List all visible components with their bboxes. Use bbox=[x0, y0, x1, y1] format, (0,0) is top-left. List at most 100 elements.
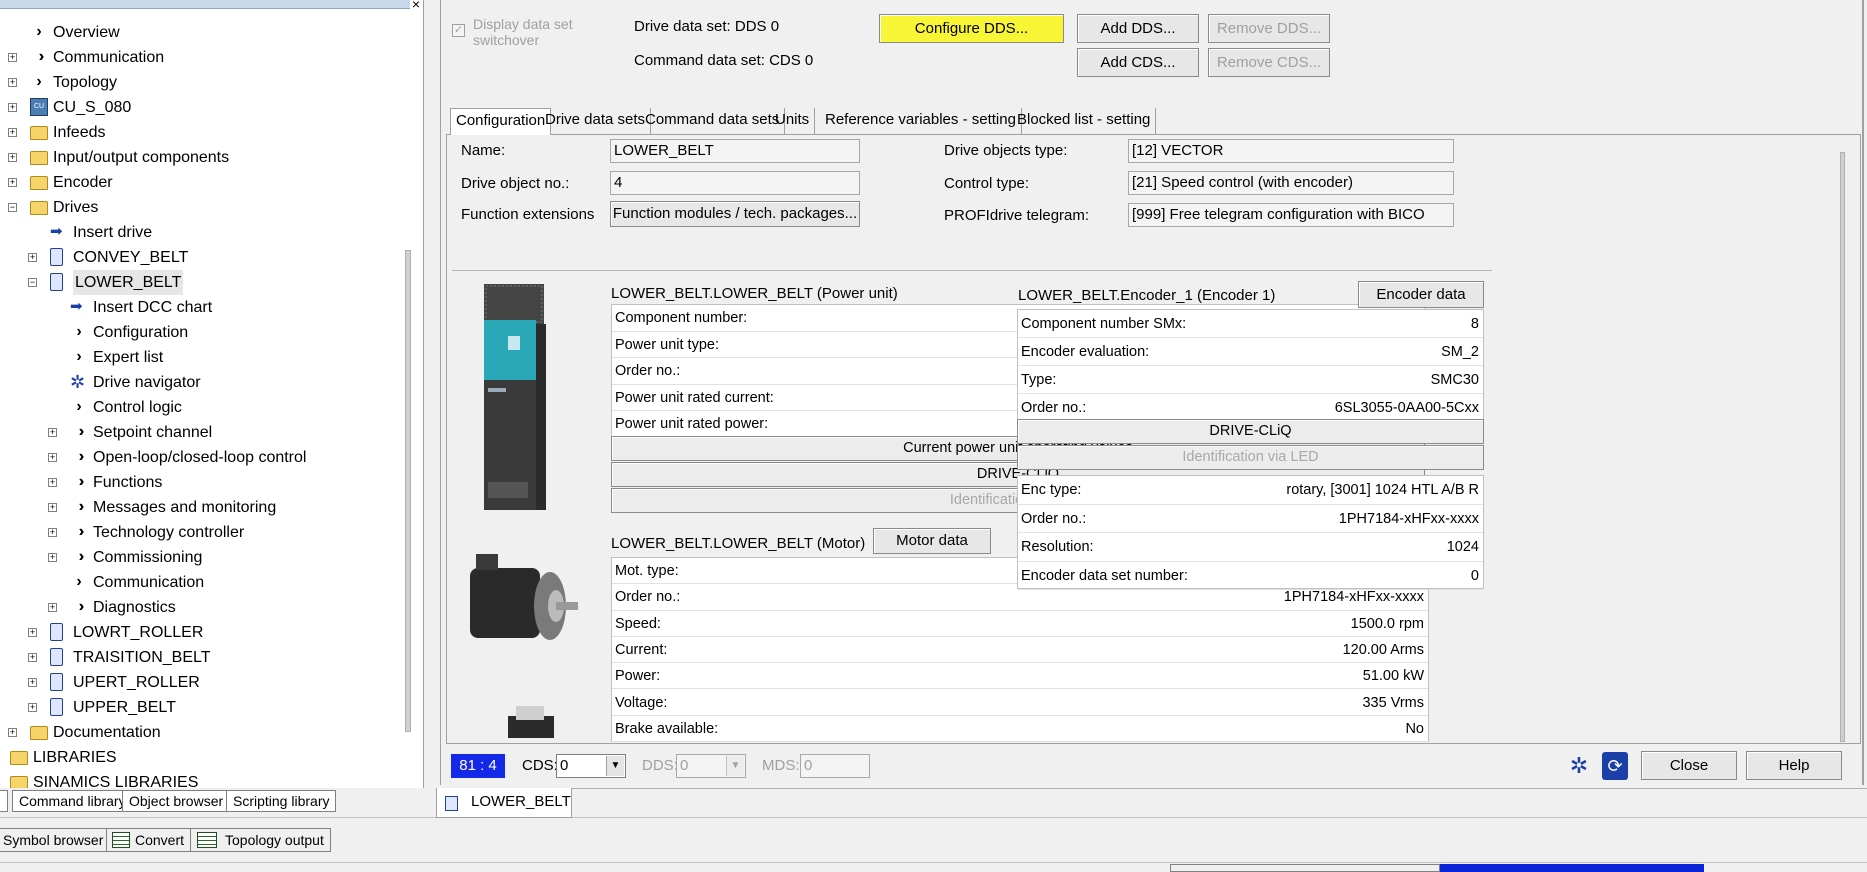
name-field[interactable]: LOWER_BELT bbox=[610, 139, 860, 163]
tree-item[interactable]: + ›› Functions bbox=[0, 470, 405, 495]
tree-item[interactable]: + TRAISITION_BELT bbox=[0, 645, 405, 670]
expand-icon[interactable]: + bbox=[48, 528, 57, 537]
expand-icon[interactable]: + bbox=[28, 678, 37, 687]
tab-scripting-library[interactable]: Scripting library bbox=[226, 790, 337, 812]
add-dds-button[interactable]: Add DDS... bbox=[1077, 14, 1199, 43]
tree-item[interactable]: ➡ Insert drive bbox=[0, 220, 405, 245]
refresh-icon[interactable]: ⟳ bbox=[1602, 752, 1628, 780]
tab-blocked-list[interactable]: Blocked list - setting bbox=[1012, 108, 1157, 134]
tree-item[interactable]: › Control logic bbox=[0, 395, 405, 420]
tab-drive-data-sets[interactable]: Drive data sets bbox=[540, 108, 652, 134]
tab-convert[interactable]: Convert bbox=[106, 828, 192, 852]
expand-icon[interactable]: + bbox=[8, 53, 17, 62]
mds-label: MDS: bbox=[762, 757, 800, 774]
tree-item[interactable]: + LOWRT_ROLLER bbox=[0, 620, 405, 645]
tab-topology-output[interactable]: Topology output bbox=[190, 828, 331, 852]
expand-icon[interactable]: + bbox=[48, 503, 57, 512]
tab-units[interactable]: Units bbox=[770, 108, 816, 134]
enc-drive-cliq-button[interactable]: DRIVE-CLiQ bbox=[1017, 419, 1484, 444]
switchover-checkbox[interactable]: ✓ bbox=[452, 24, 465, 37]
expand-icon[interactable]: + bbox=[8, 103, 17, 112]
expand-icon[interactable]: + bbox=[28, 653, 37, 662]
tree-item[interactable]: + Infeeds bbox=[0, 120, 405, 145]
tree-item[interactable]: − LOWER_BELT bbox=[0, 270, 405, 295]
tree-item[interactable]: + Input/output components bbox=[0, 145, 405, 170]
drive-object-no-field[interactable]: 4 bbox=[610, 171, 860, 195]
close-icon[interactable]: × bbox=[408, 0, 423, 12]
tree-item[interactable]: + CONVEY_BELT bbox=[0, 245, 405, 270]
motor-data-button[interactable]: Motor data bbox=[873, 528, 991, 554]
content-scrollbar[interactable] bbox=[1840, 152, 1845, 742]
tree-item[interactable]: › Configuration bbox=[0, 320, 405, 345]
drive-icon bbox=[50, 248, 63, 266]
chevron-down-icon[interactable]: ▼ bbox=[606, 756, 624, 776]
expand-icon[interactable]: + bbox=[48, 428, 57, 437]
encoder-data-button[interactable]: Encoder data bbox=[1358, 281, 1484, 308]
tree-item[interactable]: + Encoder bbox=[0, 170, 405, 195]
tree-item[interactable]: + ›› Messages and monitoring bbox=[0, 495, 405, 520]
expand-icon[interactable]: + bbox=[28, 628, 37, 637]
tab-object-browser[interactable]: Object browser bbox=[122, 790, 231, 812]
expand-icon[interactable]: + bbox=[48, 478, 57, 487]
tree-item[interactable]: ✲ Drive navigator bbox=[0, 370, 405, 395]
double-chevron-icon: ›› bbox=[78, 548, 85, 565]
add-cds-button[interactable]: Add CDS... bbox=[1077, 48, 1199, 77]
expand-icon[interactable]: + bbox=[48, 553, 57, 562]
expand-icon[interactable]: + bbox=[8, 128, 17, 137]
folder-icon bbox=[30, 176, 48, 190]
tree-item[interactable]: › Expert list bbox=[0, 345, 405, 370]
expand-icon[interactable]: + bbox=[8, 178, 17, 187]
expand-icon[interactable]: + bbox=[28, 703, 37, 712]
expand-icon[interactable]: + bbox=[8, 153, 17, 162]
tree-item[interactable]: + ›› Diagnostics bbox=[0, 595, 405, 620]
collapse-icon[interactable]: − bbox=[8, 203, 17, 212]
collapse-icon[interactable]: − bbox=[28, 278, 37, 287]
profidrive-telegram-field[interactable]: [999] Free telegram configuration with B… bbox=[1128, 203, 1454, 227]
tree-item[interactable]: + ›› Commissioning bbox=[0, 545, 405, 570]
tree-item[interactable]: + CU CU_S_080 bbox=[0, 95, 405, 120]
tree-item[interactable]: + ›› Setpoint channel bbox=[0, 420, 405, 445]
chevron-right-icon: › bbox=[36, 23, 42, 40]
control-type-field[interactable]: [21] Speed control (with encoder) bbox=[1128, 171, 1454, 195]
mds-field[interactable]: 0 bbox=[800, 754, 870, 778]
tab-symbol-browser[interactable]: Symbol browser bbox=[0, 828, 111, 852]
document-tab[interactable]: LOWER_BELT bbox=[436, 788, 572, 818]
remove-dds-button[interactable]: Remove DDS... bbox=[1208, 14, 1330, 43]
chevron-down-icon[interactable]: ▼ bbox=[726, 756, 744, 776]
tab-reference-variables[interactable]: Reference variables - setting bbox=[820, 108, 1022, 134]
tab-configuration[interactable]: Configuration bbox=[450, 108, 552, 135]
close-button[interactable]: Close bbox=[1641, 751, 1737, 780]
remove-cds-button[interactable]: Remove CDS... bbox=[1208, 48, 1330, 77]
enc-identify-led-button[interactable]: Identification via LED bbox=[1017, 445, 1484, 470]
expand-icon[interactable]: + bbox=[28, 253, 37, 262]
configure-dds-button[interactable]: Configure DDS... bbox=[879, 14, 1064, 43]
tab-command-data-sets[interactable]: Command data sets bbox=[640, 108, 786, 134]
tree-item[interactable]: › Overview bbox=[0, 20, 405, 45]
tree-item[interactable]: + UPERT_ROLLER bbox=[0, 670, 405, 695]
expand-icon[interactable]: + bbox=[48, 453, 57, 462]
tree-item[interactable]: + Documentation bbox=[0, 720, 405, 745]
tree-item[interactable]: LIBRARIES bbox=[0, 745, 405, 770]
tree-item[interactable]: + ›› Technology controller bbox=[0, 520, 405, 545]
drive-objects-type-field[interactable]: [12] VECTOR bbox=[1128, 139, 1454, 163]
tree-item[interactable]: + ›› Communication bbox=[0, 45, 405, 70]
tree-item[interactable]: + ›› Open-loop/closed-loop control bbox=[0, 445, 405, 470]
tree-item[interactable]: + › Topology bbox=[0, 70, 405, 95]
tree-item[interactable]: › Communication bbox=[0, 570, 405, 595]
expand-icon[interactable]: + bbox=[8, 78, 17, 87]
help-button[interactable]: Help bbox=[1746, 751, 1842, 780]
tree-item-label: Encoder bbox=[53, 174, 113, 191]
function-modules-button[interactable]: Function modules / tech. packages... bbox=[610, 201, 860, 227]
tree-scrollbar[interactable] bbox=[405, 250, 411, 732]
tree-item[interactable]: − Drives bbox=[0, 195, 405, 220]
tree-item[interactable]: ➡ Insert DCC chart bbox=[0, 295, 405, 320]
drive-icon bbox=[50, 698, 63, 716]
tree-item[interactable]: SINAMICS LIBRARIES bbox=[0, 770, 405, 788]
expand-icon[interactable]: + bbox=[8, 728, 17, 737]
dds-select[interactable]: 0 ▼ bbox=[676, 754, 746, 778]
drive-navigator-icon[interactable]: ✲ bbox=[1566, 753, 1592, 779]
tree-item[interactable]: + UPPER_BELT bbox=[0, 695, 405, 720]
tab-command-library[interactable]: Command library bbox=[12, 790, 133, 812]
expand-icon[interactable]: + bbox=[48, 603, 57, 612]
cds-select[interactable]: 0 ▼ bbox=[556, 754, 626, 778]
